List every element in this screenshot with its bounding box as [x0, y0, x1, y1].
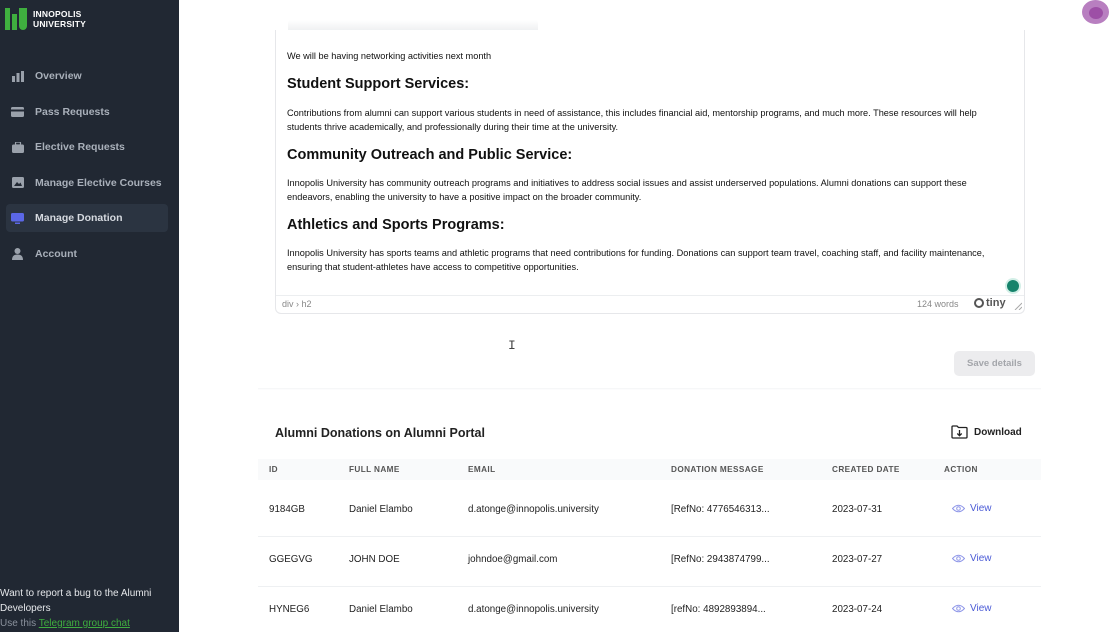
- cell-donation-message: [RefNo: 2943874799...: [671, 554, 770, 565]
- tiny-logo-icon: [974, 298, 984, 308]
- image-icon: [11, 177, 24, 189]
- table-title: Alumni Donations on Alumni Portal: [275, 426, 485, 440]
- grammar-check-icon[interactable]: [1005, 278, 1021, 294]
- eye-icon: [952, 554, 965, 563]
- editor-paragraph: Contributions from alumni can support va…: [287, 108, 977, 132]
- briefcase-icon: [11, 141, 24, 153]
- view-label: View: [970, 503, 992, 514]
- credit-card-icon: [11, 106, 24, 118]
- column-header-email[interactable]: EMAIL: [468, 465, 495, 474]
- word-count[interactable]: 124 words: [917, 299, 959, 309]
- view-label: View: [970, 553, 992, 564]
- cell-email: d.atonge@innopolis.university: [468, 504, 599, 515]
- logo-text: INNOPOLIS UNIVERSITY: [33, 9, 87, 29]
- tiny-logo[interactable]: tiny: [974, 297, 1006, 309]
- sidebar-item-label: Manage Donation: [35, 212, 123, 224]
- cell-id: GGEGVG: [269, 554, 313, 565]
- sidebar-item-account[interactable]: Account: [6, 240, 168, 268]
- editor-heading: Student Support Services:: [287, 76, 470, 92]
- innopolis-logo[interactable]: INNOPOLIS UNIVERSITY: [5, 8, 86, 30]
- sidebar: INNOPOLIS UNIVERSITY Overview Pass Reque…: [0, 0, 179, 632]
- avatar[interactable]: [1082, 0, 1109, 24]
- download-label: Download: [974, 426, 1022, 438]
- cell-created-date: 2023-07-27: [832, 554, 883, 565]
- sidebar-item-manage-donation[interactable]: Manage Donation: [6, 204, 168, 232]
- sidebar-item-elective-requests[interactable]: Elective Requests: [6, 133, 168, 161]
- editor-heading: Athletics and Sports Programs:: [287, 217, 505, 233]
- bug-report-text: Want to report a bug to the Alumni Devel…: [0, 588, 152, 614]
- sidebar-item-overview[interactable]: Overview: [6, 62, 168, 90]
- column-header-action[interactable]: ACTION: [944, 465, 978, 474]
- save-details-button[interactable]: Save details: [954, 351, 1035, 376]
- eye-icon: [952, 604, 965, 613]
- user-icon: [11, 247, 24, 260]
- cell-id: 9184GB: [269, 504, 305, 515]
- column-header-created-date[interactable]: CREATED DATE: [832, 465, 900, 474]
- editor-heading: Community Outreach and Public Service:: [287, 147, 573, 163]
- cell-email: johndoe@gmail.com: [468, 554, 558, 565]
- sidebar-item-label: Overview: [35, 70, 82, 82]
- table-row-divider: [258, 536, 1041, 537]
- section-divider: [258, 388, 1041, 390]
- cell-full-name: JOHN DOE: [349, 554, 400, 565]
- cell-full-name: Daniel Elambo: [349, 504, 413, 515]
- monitor-icon: [11, 212, 24, 224]
- bug-report-prefix: Use this: [0, 618, 37, 629]
- tiny-logo-text: tiny: [986, 297, 1006, 309]
- editor-statusbar-divider: [276, 295, 1024, 296]
- innopolis-logo-icon: [5, 8, 27, 30]
- view-button[interactable]: View: [952, 603, 992, 614]
- column-header-full-name[interactable]: FULL NAME: [349, 465, 400, 474]
- editor-paragraph: We will be having networking activities …: [287, 51, 492, 61]
- eye-icon: [952, 504, 965, 513]
- sidebar-item-label: Elective Requests: [35, 141, 125, 153]
- editor-paragraph: Innopolis University has sports teams an…: [287, 248, 985, 272]
- cell-created-date: 2023-07-24: [832, 604, 883, 615]
- resize-handle-icon[interactable]: [1014, 302, 1022, 310]
- table-row-divider: [258, 586, 1041, 587]
- cell-donation-message: [RefNo: 4776546313...: [671, 504, 770, 515]
- cell-created-date: 2023-07-31: [832, 504, 883, 515]
- text-cursor-icon: I: [508, 338, 516, 353]
- sidebar-nav: Overview Pass Requests Elective Requests…: [6, 62, 168, 275]
- sidebar-item-label: Account: [35, 247, 77, 260]
- cell-email: d.atonge@innopolis.university: [468, 604, 599, 615]
- bar-chart-icon: [11, 70, 24, 82]
- bug-report-note: Want to report a bug to the Alumni Devel…: [0, 586, 178, 631]
- view-button[interactable]: View: [952, 553, 992, 564]
- download-folder-icon: [951, 425, 968, 439]
- sidebar-item-manage-elective-courses[interactable]: Manage Elective Courses: [6, 169, 168, 197]
- view-button[interactable]: View: [952, 503, 992, 514]
- sidebar-item-label: Pass Requests: [35, 105, 110, 118]
- sidebar-item-pass-requests[interactable]: Pass Requests: [6, 98, 168, 126]
- download-button[interactable]: Download: [951, 425, 1022, 439]
- cell-full-name: Daniel Elambo: [349, 604, 413, 615]
- avatar-face-icon: [1089, 7, 1103, 19]
- sidebar-item-label: Manage Elective Courses: [35, 176, 162, 189]
- view-label: View: [970, 603, 992, 614]
- telegram-chat-link[interactable]: Telegram group chat: [39, 618, 130, 629]
- editor-paragraph: Innopolis University has community outre…: [287, 178, 967, 202]
- column-header-donation-message[interactable]: DONATION MESSAGE: [671, 465, 764, 474]
- cell-donation-message: [refNo: 4892893894...: [671, 604, 766, 615]
- element-path[interactable]: div › h2: [282, 299, 312, 309]
- column-header-id[interactable]: ID: [269, 465, 278, 474]
- cell-id: HYNEG6: [269, 604, 310, 615]
